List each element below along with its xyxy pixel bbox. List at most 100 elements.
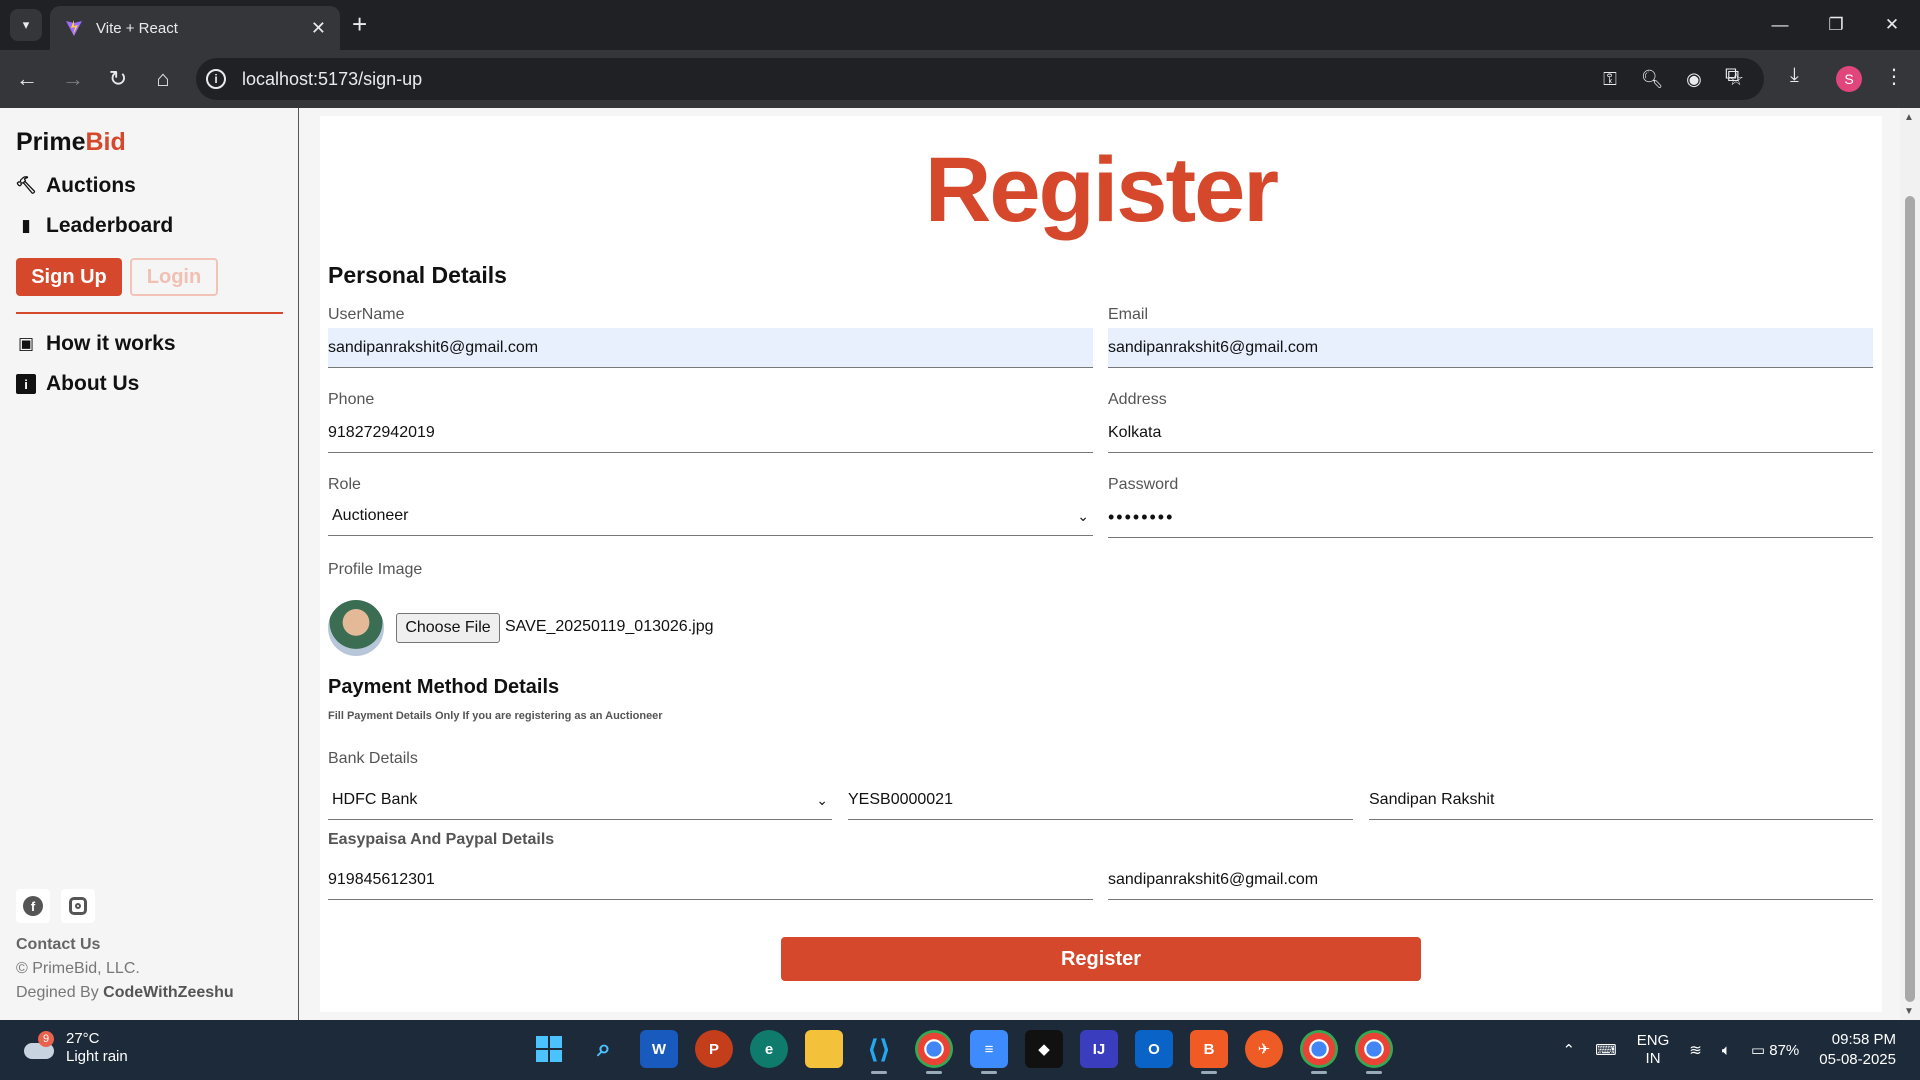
selected-file-name: SAVE_20250119_013026.jpg (505, 618, 714, 635)
paypal-input[interactable]: sandipanrakshit6@gmail.com (1108, 860, 1873, 900)
payment-details-heading: Payment Method Details (328, 676, 560, 698)
scroll-up-icon[interactable]: ▲ (1904, 112, 1914, 123)
toolbox-icon: ▣ (17, 334, 35, 353)
weather-badge: 9 (38, 1031, 54, 1047)
extensions-icon[interactable]: ⧉ (1725, 64, 1739, 87)
browser-toolbar: ← → ↻ ⌂ i localhost:5173/sign-up ⚿ 🔍︎ ◉ … (0, 50, 1920, 108)
minimize-icon[interactable]: — (1752, 0, 1808, 50)
weather-icon: 9 (22, 1031, 56, 1065)
contact-link[interactable]: Contact Us (16, 936, 100, 954)
profile-avatar[interactable]: S (1836, 66, 1862, 92)
key-icon[interactable]: ⚿ (1598, 67, 1622, 91)
facebook-icon: f (23, 896, 43, 916)
sidebar-item-label: Auctions (46, 174, 136, 197)
clock[interactable]: 09:58 PM 05-08-2025 (1819, 1030, 1896, 1070)
brave-icon[interactable]: B (1190, 1030, 1228, 1074)
bank-name-select[interactable]: HDFC Bank ⌄ (328, 780, 832, 820)
chrome-profile-b-icon[interactable] (1355, 1030, 1393, 1074)
url-text[interactable]: localhost:5173/sign-up (242, 69, 422, 90)
bar-chart-icon: ▮ (21, 216, 31, 235)
address-input[interactable]: Kolkata (1108, 413, 1873, 453)
password-input[interactable]: •••••••• (1108, 498, 1873, 538)
wifi-icon[interactable]: ≋ (1689, 1041, 1702, 1059)
scrollbar-thumb[interactable] (1905, 196, 1915, 1002)
close-tab-icon[interactable]: ✕ (311, 18, 326, 39)
reload-icon[interactable]: ↻ (103, 64, 133, 94)
download-icon[interactable]: ⤓ (1790, 64, 1799, 87)
page-scrollbar[interactable]: ▲ ▼ (1900, 108, 1920, 1020)
profile-image-label: Profile Image (328, 561, 423, 578)
choose-file-button[interactable]: Choose File (396, 613, 500, 643)
sidebar-item-about-us[interactable]: i About Us (16, 372, 139, 396)
start-icon[interactable] (530, 1030, 568, 1068)
eye-icon[interactable]: ◉ (1682, 67, 1706, 91)
easypaisa-input[interactable]: 919845612301 (328, 860, 1093, 900)
tab-title: Vite + React (96, 19, 178, 37)
volume-icon[interactable]: 🔈︎ (1722, 1042, 1731, 1059)
intellij-icon[interactable]: IJ (1080, 1030, 1118, 1068)
copyright-text: © PrimeBid, LLC. (16, 960, 140, 977)
weather-widget[interactable]: 9 27°C Light rain (22, 1030, 128, 1066)
login-button[interactable]: Login (130, 258, 218, 296)
email-label: Email (1108, 306, 1149, 323)
sidebar-item-leaderboard[interactable]: ▮ Leaderboard (16, 214, 173, 238)
postman-icon[interactable]: ✈ (1245, 1030, 1283, 1068)
back-icon[interactable]: ← (12, 64, 42, 94)
easypaisa-label: Easypaisa And Paypal Details (328, 831, 555, 848)
close-icon[interactable]: ✕ (1864, 0, 1920, 50)
chevron-down-icon: ⌄ (816, 792, 828, 808)
home-icon[interactable]: ⌂ (148, 64, 178, 94)
phone-input[interactable]: 918272942019 (328, 413, 1093, 453)
sidebar-item-auctions[interactable]: 🔨︎ Auctions (15, 174, 136, 198)
keyboard-icon[interactable]: ⌨ (1595, 1041, 1617, 1059)
file-explorer-icon[interactable] (805, 1030, 843, 1068)
chrome-profile-icon[interactable] (1300, 1030, 1338, 1074)
scroll-down-icon[interactable]: ▼ (1904, 1006, 1914, 1017)
gavel-icon: 🔨︎ (15, 176, 37, 195)
email-input[interactable]: sandipanrakshit6@gmail.com (1108, 328, 1873, 368)
designed-by-text: Degined By CodeWithZeeshu (16, 984, 234, 1001)
sidebar: PrimeBid 🔨︎ Auctions ▮ Leaderboard Sign … (0, 108, 299, 1020)
brand-logo[interactable]: PrimeBid (16, 128, 126, 157)
bank-ifsc-input[interactable]: YESB0000021 (848, 780, 1353, 820)
role-select[interactable]: Auctioneer ⌄ (328, 496, 1093, 536)
app-icon[interactable]: ◆ (1025, 1030, 1063, 1068)
outlook-icon[interactable]: O (1135, 1030, 1173, 1068)
zoom-icon[interactable]: 🔍︎ (1640, 67, 1664, 91)
browser-tab[interactable]: Vite + React ✕ (50, 6, 340, 50)
sidebar-item-label: About Us (46, 372, 140, 395)
address-bar[interactable]: i localhost:5173/sign-up ⚿ 🔍︎ ◉ ☆ (196, 58, 1764, 100)
instagram-link[interactable] (61, 889, 95, 923)
menu-icon[interactable]: ⋮ (1884, 64, 1904, 89)
restore-icon[interactable]: ❐ (1808, 0, 1864, 50)
search-icon[interactable]: ⌕ (585, 1030, 623, 1068)
forward-icon[interactable]: → (58, 64, 88, 94)
notepad-icon[interactable]: ≡ (970, 1030, 1008, 1074)
weather-desc: Light rain (66, 1048, 128, 1065)
edge-icon[interactable]: e (750, 1030, 788, 1068)
username-input[interactable]: sandipanrakshit6@gmail.com (328, 328, 1093, 368)
word-icon[interactable]: W (640, 1030, 678, 1068)
weather-temp: 27°C (66, 1030, 100, 1047)
new-tab-icon[interactable]: + (352, 10, 367, 38)
tab-search-button[interactable]: ▾ (10, 9, 42, 41)
chrome-icon[interactable] (915, 1030, 953, 1074)
chevron-down-icon: ⌄ (1077, 508, 1089, 524)
powerpoint-icon[interactable]: P (695, 1030, 733, 1068)
language-indicator[interactable]: ENG IN (1637, 1032, 1670, 1068)
username-label: UserName (328, 306, 405, 323)
chevron-up-icon[interactable]: ⌃ (1563, 1041, 1576, 1059)
personal-details-heading: Personal Details (328, 262, 507, 288)
sidebar-item-how-it-works[interactable]: ▣ How it works (16, 332, 176, 356)
facebook-link[interactable]: f (16, 889, 50, 923)
role-label: Role (328, 476, 361, 493)
vscode-icon[interactable]: ⟨⟩ (860, 1030, 898, 1074)
page-viewport: PrimeBid 🔨︎ Auctions ▮ Leaderboard Sign … (0, 108, 1920, 1020)
signup-button[interactable]: Sign Up (16, 258, 122, 296)
register-button[interactable]: Register (781, 937, 1421, 981)
profile-image-preview (328, 600, 384, 656)
battery-indicator[interactable]: ▭ 87% (1751, 1041, 1799, 1059)
site-info-icon[interactable]: i (206, 69, 226, 89)
password-label: Password (1108, 476, 1179, 493)
bank-holder-input[interactable]: Sandipan Rakshit (1369, 780, 1873, 820)
